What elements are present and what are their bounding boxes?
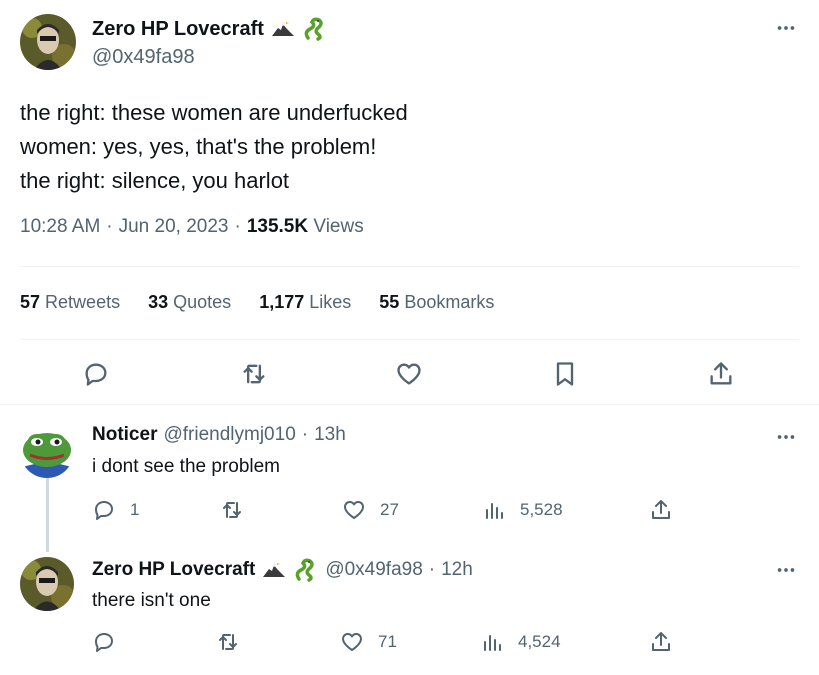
more-icon[interactable]	[774, 558, 798, 582]
reply-author-handle[interactable]: @friendlymj010	[163, 424, 295, 446]
stat-number: 57	[20, 292, 41, 312]
thread-line	[46, 478, 49, 552]
snake-emoji	[293, 557, 319, 583]
views-count: 135.5K	[246, 216, 309, 237]
views-label: Views	[313, 216, 364, 237]
author-avatar[interactable]	[20, 14, 76, 70]
tweet-line: the right: these women are underfucked	[20, 100, 408, 125]
reply-icon	[95, 633, 113, 652]
reply-text: i dont see the problem	[92, 456, 281, 477]
meta-separator: ·	[106, 216, 113, 237]
author-handle[interactable]: @0x49fa98	[92, 46, 195, 69]
retweet-button[interactable]	[238, 358, 270, 390]
retweet-icon	[243, 364, 265, 384]
snake-emoji	[302, 16, 328, 42]
views-icon	[484, 635, 501, 651]
bookmark-button[interactable]	[549, 358, 581, 390]
reply-icon	[95, 501, 113, 520]
tweet-line: women: yes, yes, that's the problem!	[20, 134, 377, 159]
like-count: 27	[380, 500, 399, 519]
likes-stat[interactable]: 1,177 Likes	[259, 292, 351, 313]
views-count: 5,528	[520, 500, 563, 519]
reply-avatar[interactable]	[20, 424, 74, 478]
stat-label: Quotes	[173, 292, 232, 312]
reply-count: 1	[130, 500, 140, 519]
reply-button[interactable]: 1	[92, 498, 139, 522]
meta-separator: ·	[428, 559, 436, 580]
reply-header: Noticer @friendlymj010 · 13h	[92, 424, 346, 446]
heart-icon	[397, 363, 421, 385]
tweet-date[interactable]: Jun 20, 2023	[119, 216, 229, 238]
reply-actions: 71 4,524	[92, 630, 692, 662]
eagle-emoji	[261, 557, 287, 583]
share-icon	[710, 362, 732, 385]
views-count: 4,524	[518, 632, 561, 651]
quotes-stat[interactable]: 33 Quotes	[148, 292, 231, 313]
like-button[interactable]: 71	[340, 630, 397, 654]
retweet-icon	[223, 502, 241, 518]
tweet-actions	[0, 352, 819, 392]
tweet-line: the right: silence, you harlot	[20, 168, 290, 193]
share-icon	[652, 632, 670, 651]
heart-icon	[342, 633, 362, 651]
more-icon[interactable]	[774, 16, 798, 40]
stat-number: 55	[379, 292, 400, 312]
meta-separator: ·	[301, 424, 309, 445]
stats-row: 57 Retweets 33 Quotes 1,177 Likes 55 Boo…	[20, 292, 494, 313]
reply-author-handle[interactable]: @0x49fa98	[325, 559, 422, 581]
like-button[interactable]: 27	[342, 498, 399, 522]
like-count: 71	[378, 632, 397, 651]
stat-number: 1,177	[259, 292, 305, 312]
stat-label: Bookmarks	[404, 292, 495, 312]
like-button[interactable]	[393, 358, 425, 390]
avatar-image	[20, 424, 74, 478]
reply-author-name[interactable]: Zero HP Lovecraft	[92, 559, 255, 581]
tweet-text: the right: these women are underfucked w…	[20, 96, 408, 198]
reply-avatar[interactable]	[20, 557, 74, 611]
heart-icon	[344, 501, 364, 519]
reply-button[interactable]	[92, 630, 116, 654]
views-icon	[486, 503, 503, 519]
reply-button[interactable]	[80, 358, 112, 390]
retweet-button[interactable]	[220, 498, 244, 522]
reply-text: there isn't one	[92, 590, 211, 611]
reply-author-name[interactable]: Noticer	[92, 424, 157, 446]
eagle-emoji	[270, 16, 296, 42]
reply-time[interactable]: 12h	[441, 559, 473, 581]
share-button[interactable]	[649, 630, 673, 654]
reply-time[interactable]: 13h	[314, 424, 346, 446]
views-button[interactable]: 4,524	[480, 630, 561, 654]
stat-number: 33	[148, 292, 169, 312]
retweets-stat[interactable]: 57 Retweets	[20, 292, 120, 313]
author-name[interactable]: Zero HP Lovecraft	[92, 18, 264, 41]
stat-label: Retweets	[45, 292, 121, 312]
share-button[interactable]	[705, 358, 737, 390]
tweet-meta: 10:28 AM · Jun 20, 2023 · 135.5K Views	[20, 216, 364, 238]
reply-actions: 1 27 5,528	[92, 498, 692, 530]
share-button[interactable]	[649, 498, 673, 522]
stat-label: Likes	[309, 292, 352, 312]
tweet-time[interactable]: 10:28 AM	[20, 216, 100, 238]
reply-header: Zero HP Lovecraft @0x49fa98 · 12h	[92, 557, 473, 583]
more-icon[interactable]	[774, 425, 798, 449]
author-block: Zero HP Lovecraft	[92, 16, 328, 42]
divider	[20, 266, 799, 267]
avatar-image	[20, 557, 74, 611]
divider	[20, 339, 799, 340]
meta-separator: ·	[234, 216, 241, 237]
share-icon	[652, 500, 670, 519]
retweet-button[interactable]	[216, 630, 240, 654]
views-button[interactable]: 5,528	[482, 498, 563, 522]
avatar-image	[20, 14, 76, 70]
reply-icon	[85, 363, 107, 386]
bookmarks-stat[interactable]: 55 Bookmarks	[379, 292, 494, 313]
bookmark-icon	[556, 362, 574, 386]
retweet-icon	[219, 634, 237, 650]
divider	[0, 404, 819, 405]
